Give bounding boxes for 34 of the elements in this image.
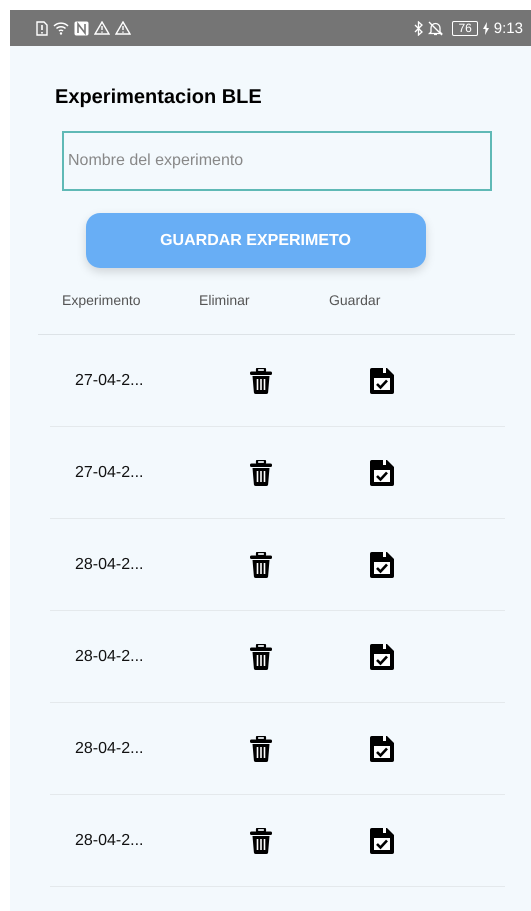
column-header: Experimento — [62, 292, 142, 310]
experiment-name: 27-04-2... — [74, 464, 144, 482]
page-title: Experimentacion BLE — [55, 86, 263, 109]
bluetooth-icon — [414, 20, 424, 36]
floppy-check-icon[interactable] — [370, 368, 394, 394]
charging-icon — [482, 22, 489, 34]
nfc-icon — [74, 20, 89, 36]
trash-icon[interactable] — [250, 644, 272, 670]
trash-icon[interactable] — [250, 552, 272, 578]
floppy-check-icon[interactable] — [370, 460, 394, 486]
floppy-check-icon[interactable] — [370, 828, 394, 854]
warning-icon — [94, 21, 110, 35]
experiment-name: 28-04-2... — [74, 648, 144, 666]
trash-icon[interactable] — [250, 460, 272, 486]
battery-level: 76 — [452, 20, 478, 36]
wifi-icon — [53, 21, 69, 35]
floppy-check-icon[interactable] — [370, 552, 394, 578]
experiment-name: 27-04-2... — [74, 372, 144, 390]
clock-time: 9:13 — [494, 20, 523, 36]
column-header: Eliminar — [199, 292, 251, 310]
trash-icon[interactable] — [250, 828, 272, 854]
warning-icon — [115, 21, 131, 35]
trash-icon[interactable] — [250, 368, 272, 394]
experiment-name: 28-04-2... — [74, 740, 144, 758]
column-header: Guardar — [329, 292, 380, 310]
experiment-name: 28-04-2... — [74, 556, 144, 574]
muted-bell-icon — [428, 20, 444, 36]
floppy-check-icon[interactable] — [370, 736, 394, 762]
floppy-check-icon[interactable] — [370, 644, 394, 670]
sim-alert-icon — [36, 20, 48, 36]
experiment-name: 28-04-2... — [74, 832, 144, 850]
experiment-name-field[interactable]: Nombre del experimento — [62, 131, 492, 191]
save-experiment-button[interactable]: GUARDAR EXPERIMETO — [86, 213, 426, 268]
trash-icon[interactable] — [250, 736, 272, 762]
